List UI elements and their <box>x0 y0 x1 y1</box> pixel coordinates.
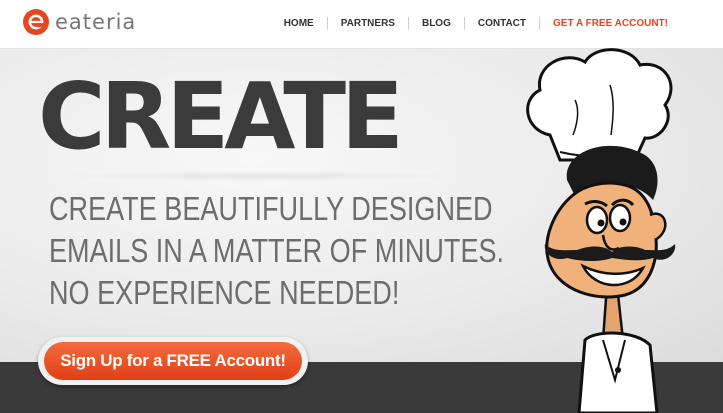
nav-contact[interactable]: CONTACT <box>465 18 539 29</box>
nav-get-free-account[interactable]: GET A FREE ACCOUNT! <box>540 18 668 29</box>
hero-tagline: CREATE BEAUTIFULLY DESIGNED EMAILS IN A … <box>49 188 505 314</box>
hero-title: CREATE <box>38 63 404 170</box>
nav-blog[interactable]: BLOG <box>409 18 464 29</box>
tagline-line-3: NO EXPERIENCE NEEDED! <box>49 274 400 311</box>
chef-mascot-illustration <box>526 48 676 413</box>
nav-partners[interactable]: PARTNERS <box>328 18 408 29</box>
signup-button-frame: Sign Up for a FREE Account! <box>38 337 308 385</box>
signup-button[interactable]: Sign Up for a FREE Account! <box>44 342 302 380</box>
logo-text: eateria <box>55 10 137 34</box>
tagline-line-1: CREATE BEAUTIFULLY DESIGNED <box>49 190 493 227</box>
title-shadow <box>60 171 460 181</box>
main-nav: HOME PARTNERS BLOG CONTACT GET A FREE AC… <box>271 17 668 30</box>
chef-hat-icon <box>526 48 673 162</box>
logo-e-icon <box>23 9 49 35</box>
tagline-line-2: EMAILS IN A MATTER OF MINUTES. <box>49 232 505 269</box>
nav-home[interactable]: HOME <box>271 18 327 29</box>
logo[interactable]: eateria <box>23 9 136 35</box>
